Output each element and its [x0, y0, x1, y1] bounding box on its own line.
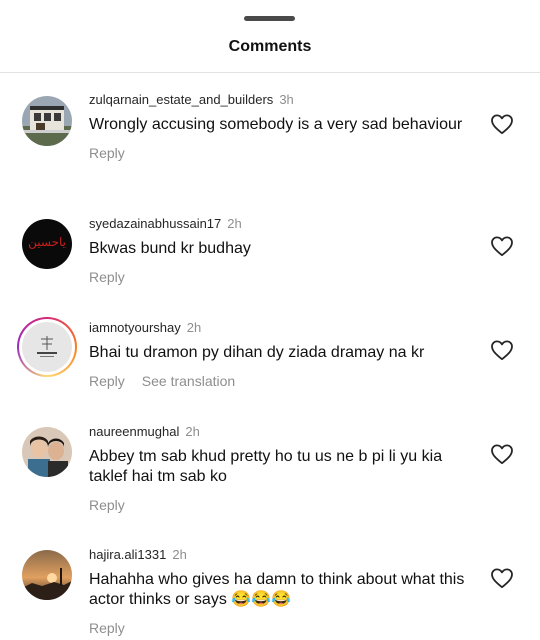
comment-text: Bhai tu dramon py dihan dy ziada dramay … [89, 344, 425, 361]
avatar[interactable]: یاحسین [22, 219, 72, 269]
comment-time: 2h [185, 424, 200, 439]
reply-button[interactable]: Reply [89, 620, 125, 636]
comments-sheet: Comments zulqarnain_estate_and_builders 3… [0, 0, 540, 640]
heart-icon[interactable] [490, 567, 514, 589]
comment-username[interactable]: syedazainabhussain17 [89, 216, 221, 231]
reply-button[interactable]: Reply [89, 373, 125, 389]
comment-username[interactable]: hajira.ali1331 [89, 547, 166, 562]
see-translation-button[interactable]: See translation [142, 373, 235, 389]
comment-text: Abbey tm sab khud pretty ho tu us ne b p… [89, 448, 443, 485]
comment-time: 2h [227, 216, 242, 231]
sheet-title: Comments [228, 38, 312, 55]
comment-body: syedazainabhussain17 2h Bkwas bund kr bud… [89, 216, 484, 286]
comment-time: 3h [279, 92, 294, 107]
avatar-calligraphy: یاحسین [28, 235, 66, 249]
comment-text: Wrongly accusing somebody is a very sad … [89, 116, 463, 133]
heart-icon[interactable] [490, 339, 514, 361]
drag-handle[interactable] [244, 16, 295, 21]
avatar[interactable] [22, 96, 72, 146]
heart-icon[interactable] [490, 113, 514, 135]
comment-body: hajira.ali1331 2h Hahahha who gives ha da… [89, 547, 484, 637]
comment-body: naureenmughal 2h Abbey tm sab khud pretty… [89, 424, 484, 514]
comment-username[interactable]: naureenmughal [89, 424, 179, 439]
reply-button[interactable]: Reply [89, 145, 125, 161]
reply-button[interactable]: Reply [89, 269, 125, 285]
avatar[interactable] [22, 550, 72, 600]
comment-username[interactable]: zulqarnain_estate_and_builders [89, 92, 273, 107]
avatar-with-story-ring[interactable] [17, 317, 77, 377]
comment-text: Bkwas bund kr budhay [89, 240, 251, 257]
comment-body: zulqarnain_estate_and_builders 3h Wrongly… [89, 92, 484, 162]
comment-text: Hahahha who gives ha damn to think about… [89, 571, 465, 608]
heart-icon[interactable] [490, 443, 514, 465]
comment-time: 2h [172, 547, 187, 562]
heart-icon[interactable] [490, 235, 514, 257]
header-divider [0, 72, 540, 73]
avatar[interactable] [22, 427, 72, 477]
comment-time: 2h [186, 320, 202, 335]
comment-body: iamnotyourshay 2h Bhai tu dramon py dihan… [89, 320, 484, 390]
comment-username[interactable]: iamnotyourshay [89, 320, 181, 335]
reply-button[interactable]: Reply [89, 497, 125, 513]
